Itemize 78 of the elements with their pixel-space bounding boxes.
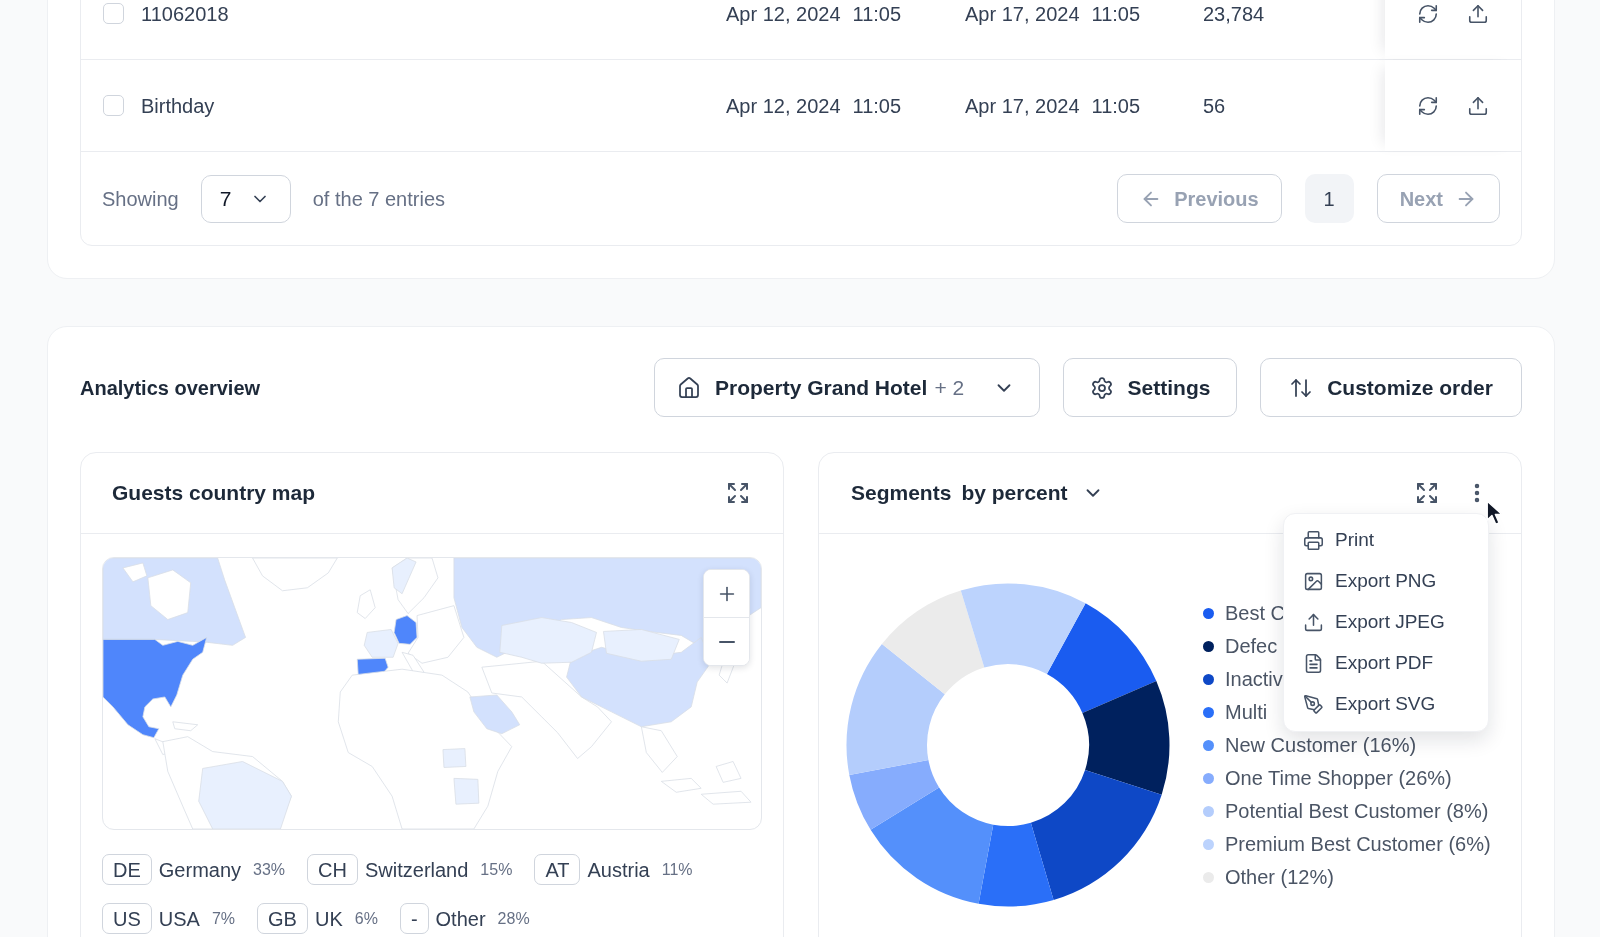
metric-dropdown[interactable]: by percent [961, 477, 1104, 509]
expand-icon[interactable] [726, 481, 750, 505]
printer-icon [1303, 530, 1324, 551]
legend-label: New Customer (16%) [1225, 733, 1417, 757]
country-name: Other [435, 906, 486, 932]
menu-item-label: Export PNG [1335, 569, 1437, 594]
menu-item-label: Export JPEG [1335, 610, 1445, 635]
country-share: 33% [253, 859, 286, 880]
legend-label: Defec [1225, 634, 1278, 658]
country-code-tag: - [399, 903, 429, 934]
menu-item[interactable]: Export PNG [1284, 561, 1488, 602]
legend-label: One Time Shopper (26%) [1225, 766, 1452, 790]
country-code-tag: GB [257, 903, 308, 934]
map-card-title: Guests country map [112, 480, 316, 507]
legend-label: Multi [1225, 700, 1268, 724]
country-code-tag: US [102, 903, 152, 934]
date-text: Apr 17, 2024 [965, 1, 1080, 27]
upload-icon[interactable] [1467, 2, 1489, 25]
date-text: Apr 17, 2024 [965, 93, 1080, 119]
country-code-tag: CH [307, 854, 358, 885]
menu-item[interactable]: Export PDF [1284, 643, 1488, 684]
upload-icon[interactable] [1467, 94, 1489, 117]
count-cell-text: 23,784 [1203, 1, 1266, 27]
customize-order-button[interactable]: Customize order [1260, 358, 1522, 417]
zoom-in-button[interactable] [704, 570, 749, 618]
menu-item-label: Export PDF [1335, 651, 1434, 676]
country-name: Germany [158, 857, 242, 883]
pen-icon [1303, 694, 1324, 715]
refresh-icon[interactable] [1417, 94, 1439, 117]
country-share: 28% [497, 908, 530, 929]
house-icon [677, 375, 701, 400]
property-extra-count: + 2 [934, 374, 965, 401]
time-text: 11:05 [1091, 93, 1141, 119]
legend-label: Potential Best Customer (8%) [1225, 799, 1489, 823]
segments-title: Segments [851, 480, 952, 507]
upload-icon [1303, 612, 1324, 633]
property-dropdown[interactable]: Property Grand Hotel + 2 [654, 358, 1040, 417]
showing-label: Showing [102, 186, 179, 212]
page-size-select[interactable]: 7 [200, 174, 291, 223]
time-text: 11:05 [852, 1, 902, 27]
settings-button[interactable]: Settings [1063, 358, 1237, 417]
country-code-tag: AT [534, 854, 581, 885]
legend-label: Premium Best Customer (6%) [1225, 832, 1491, 856]
country-share: 15% [480, 859, 513, 880]
country-share: 6% [354, 908, 378, 929]
date-text: Apr 12, 2024 [726, 93, 841, 119]
legend-label: Other (12%) [1225, 865, 1334, 889]
country-name: USA [158, 906, 200, 932]
checkbox[interactable] [103, 3, 124, 24]
checkbox[interactable] [103, 95, 124, 116]
menu-item-label: Print [1335, 528, 1375, 553]
menu-item[interactable]: Export SVG [1284, 684, 1488, 725]
count-cell-text: 56 [1203, 93, 1227, 119]
page-number-button[interactable]: 1 [1304, 174, 1354, 223]
refresh-icon[interactable] [1417, 2, 1439, 25]
menu-item[interactable]: Export JPEG [1284, 602, 1488, 643]
country-name: Switzerland [364, 857, 469, 883]
name-cell-text: Birthday [141, 93, 216, 119]
country-code-tag: DE [102, 854, 152, 885]
minus-icon [718, 640, 735, 643]
analytics-title: Analytics overview [80, 375, 261, 401]
property-name: Property Grand Hotel [715, 374, 928, 401]
country-name: Austria [587, 857, 650, 883]
expand-icon[interactable] [1415, 481, 1439, 505]
legend-label: Inactiv [1225, 667, 1283, 691]
settings-icon [1089, 375, 1114, 400]
menu-item[interactable]: Print [1284, 520, 1488, 561]
time-text: 11:05 [1091, 1, 1141, 27]
country-name: UK [314, 906, 343, 932]
entries-label: of the 7 entries [312, 186, 446, 212]
document-icon [1303, 653, 1324, 674]
menu-item-label: Export SVG [1335, 692, 1436, 717]
country-share: 11% [661, 859, 693, 880]
time-text: 11:05 [852, 93, 902, 119]
name-cell-text: 11062018 [141, 1, 230, 27]
image-icon [1303, 571, 1324, 592]
country-share: 7% [211, 908, 236, 929]
date-text: Apr 12, 2024 [726, 1, 841, 27]
